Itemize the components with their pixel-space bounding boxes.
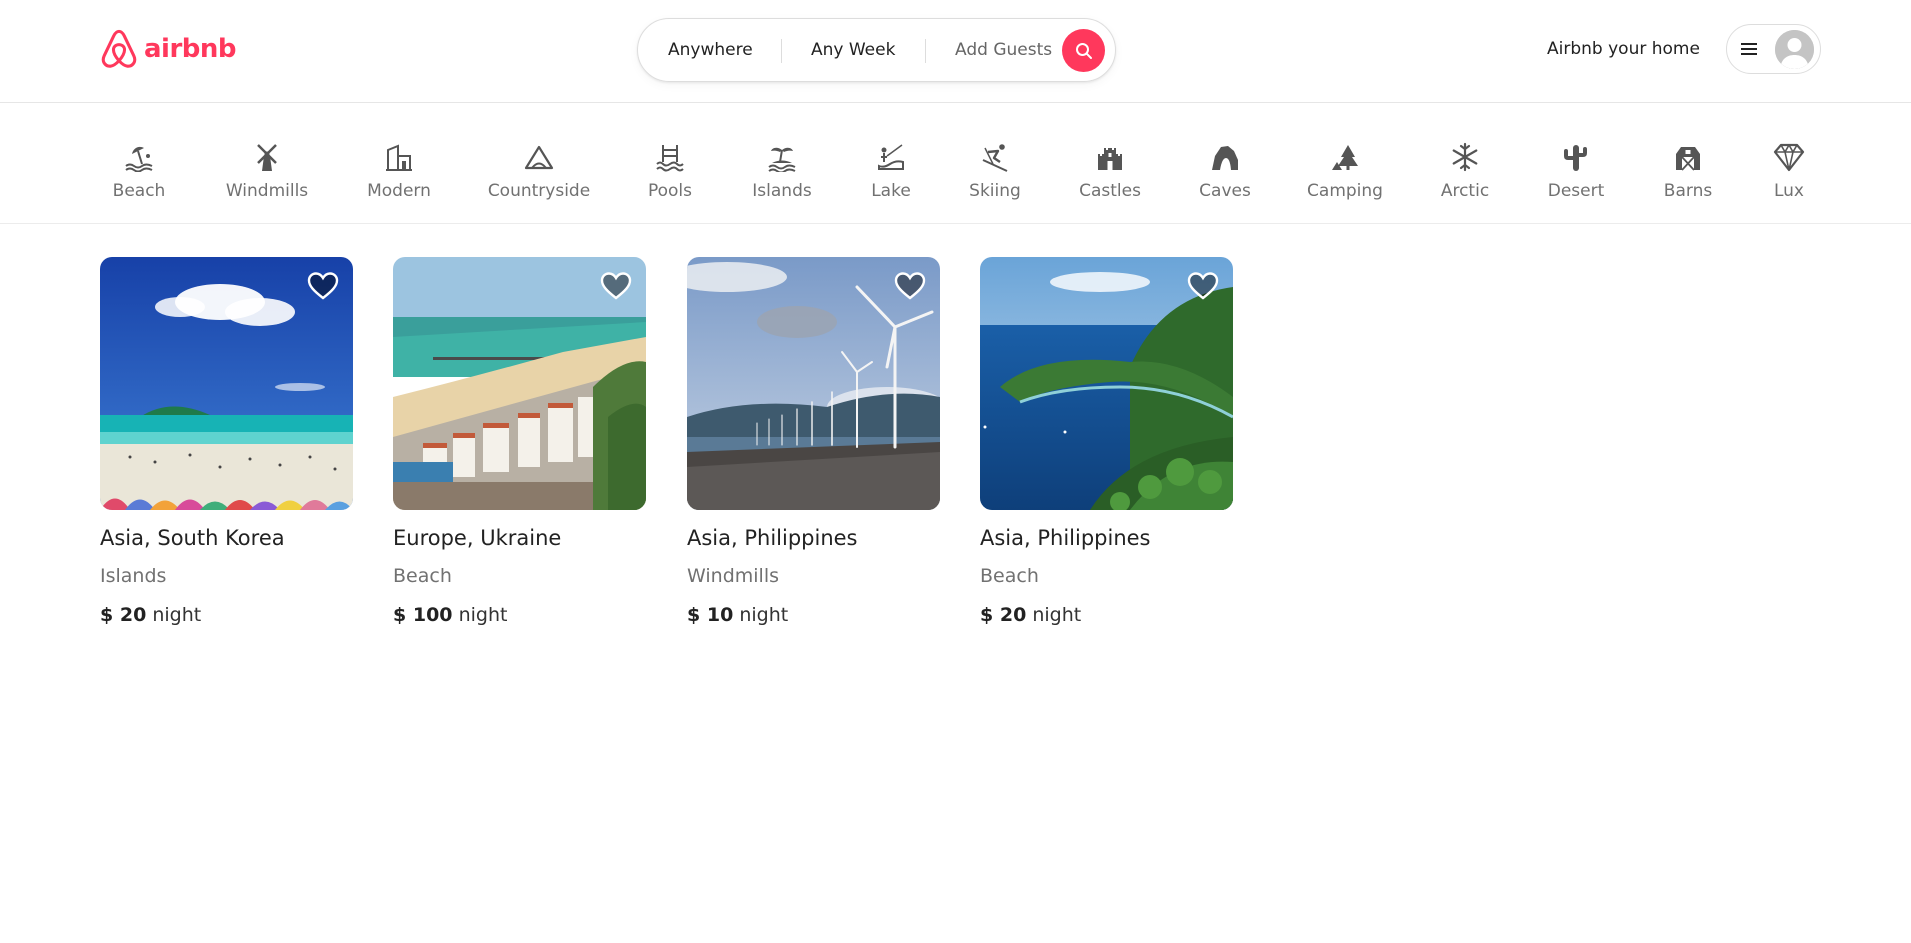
- listing-category: Beach: [980, 565, 1039, 587]
- search-any-week[interactable]: Any Week: [811, 40, 895, 60]
- price-currency: $: [393, 604, 407, 626]
- search-anywhere[interactable]: Anywhere: [668, 40, 753, 60]
- category-label: Lake: [871, 181, 911, 201]
- search-icon: [1075, 42, 1092, 59]
- avatar: [1775, 29, 1814, 69]
- listing-price: $ 100 night: [393, 603, 646, 627]
- island-icon: [764, 139, 800, 175]
- listing-photo[interactable]: [980, 257, 1233, 510]
- search-divider: [781, 39, 782, 63]
- barn-icon: [1670, 139, 1706, 175]
- listing-category: Windmills: [687, 565, 779, 587]
- airbnb-your-home-link[interactable]: Airbnb your home: [1547, 39, 1700, 59]
- category-windmills[interactable]: Windmills: [225, 139, 309, 201]
- category-label: Desert: [1547, 181, 1605, 201]
- search-button[interactable]: [1062, 29, 1105, 72]
- skiing-icon: [977, 139, 1013, 175]
- category-castles[interactable]: Castles: [1079, 139, 1141, 201]
- heart-icon[interactable]: [600, 271, 632, 301]
- category-label: Caves: [1199, 181, 1251, 201]
- snowflake-icon: [1447, 139, 1483, 175]
- category-islands[interactable]: Islands: [752, 139, 812, 201]
- beach-icon: [121, 139, 157, 175]
- category-label: Castles: [1079, 181, 1141, 201]
- listing-category: Beach: [393, 565, 452, 587]
- category-pools[interactable]: Pools: [648, 139, 692, 201]
- search-add-guests[interactable]: Add Guests: [955, 40, 1052, 60]
- category-label: Islands: [752, 181, 812, 201]
- listing-card[interactable]: Asia, Philippines Windmills $ 10 night: [687, 257, 940, 627]
- airbnb-logo[interactable]: airbnb: [100, 29, 237, 69]
- price-value: 100: [412, 604, 453, 626]
- lake-icon: [873, 139, 909, 175]
- user-menu-button[interactable]: [1726, 24, 1821, 74]
- price-unit: night: [739, 604, 789, 626]
- category-label: Beach: [112, 181, 166, 201]
- camping-icon: [1327, 139, 1363, 175]
- windmill-icon: [249, 139, 285, 175]
- menu-icon: [1741, 43, 1757, 55]
- category-arctic[interactable]: Arctic: [1441, 139, 1489, 201]
- price-currency: $: [100, 604, 114, 626]
- user-icon: [1775, 29, 1814, 69]
- price-currency: $: [687, 604, 701, 626]
- category-modern[interactable]: Modern: [367, 139, 431, 201]
- category-label: Modern: [367, 181, 431, 201]
- category-label: Barns: [1663, 181, 1713, 201]
- cave-icon: [1207, 139, 1243, 175]
- category-barns[interactable]: Barns: [1664, 139, 1712, 201]
- category-camping[interactable]: Camping: [1307, 139, 1383, 201]
- category-countryside[interactable]: Countryside: [487, 139, 591, 201]
- airbnb-logo-icon: [101, 29, 137, 68]
- listing-photo[interactable]: [393, 257, 646, 510]
- listing-photo[interactable]: [687, 257, 940, 510]
- listing-price: $ 10 night: [687, 603, 940, 627]
- listing-price: $ 20 night: [100, 603, 353, 627]
- price-unit: night: [1032, 604, 1082, 626]
- category-bar: Beach Windmills Modern Countryside Pools…: [0, 103, 1911, 224]
- price-value: 20: [999, 604, 1027, 626]
- category-label: Skiing: [969, 181, 1021, 201]
- listing-card[interactable]: Asia, Philippines Beach $ 20 night: [980, 257, 1233, 627]
- category-label: Lux: [1773, 181, 1804, 201]
- listing-location: Asia, Philippines: [980, 526, 1151, 550]
- modern-house-icon: [381, 139, 417, 175]
- search-bar[interactable]: Anywhere Any Week Add Guests: [637, 18, 1116, 82]
- listing-card[interactable]: Europe, Ukraine Beach $ 100 night: [393, 257, 646, 627]
- listing-location: Asia, Philippines: [687, 526, 858, 550]
- category-lake[interactable]: Lake: [871, 139, 911, 201]
- heart-icon[interactable]: [894, 271, 926, 301]
- category-lux[interactable]: Lux: [1772, 139, 1806, 201]
- logo-text: airbnb: [144, 34, 237, 64]
- category-desert[interactable]: Desert: [1547, 139, 1605, 201]
- price-unit: night: [458, 604, 508, 626]
- category-skiing[interactable]: Skiing: [969, 139, 1021, 201]
- category-label: Countryside: [487, 181, 591, 201]
- price-unit: night: [152, 604, 202, 626]
- listing-category: Islands: [100, 565, 167, 587]
- category-label: Pools: [647, 181, 693, 201]
- category-beach[interactable]: Beach: [112, 139, 166, 201]
- heart-icon[interactable]: [307, 271, 339, 301]
- castle-icon: [1092, 139, 1128, 175]
- price-value: 10: [706, 604, 734, 626]
- pool-icon: [652, 139, 688, 175]
- category-label: Camping: [1307, 181, 1383, 201]
- listing-card[interactable]: Asia, South Korea Islands $ 20 night: [100, 257, 353, 627]
- category-caves[interactable]: Caves: [1199, 139, 1251, 201]
- header: airbnb Anywhere Any Week Add Guests Airb…: [0, 0, 1911, 103]
- price-currency: $: [980, 604, 994, 626]
- listing-location: Asia, South Korea: [100, 526, 285, 550]
- listing-price: $ 20 night: [980, 603, 1233, 627]
- category-label: Arctic: [1440, 181, 1490, 201]
- listing-photo[interactable]: [100, 257, 353, 510]
- category-label: Windmills: [225, 181, 309, 201]
- search-divider: [925, 39, 926, 63]
- diamond-icon: [1771, 139, 1807, 175]
- mountain-icon: [521, 139, 557, 175]
- price-value: 20: [119, 604, 147, 626]
- heart-icon[interactable]: [1187, 271, 1219, 301]
- listing-location: Europe, Ukraine: [393, 526, 562, 550]
- cactus-icon: [1558, 139, 1594, 175]
